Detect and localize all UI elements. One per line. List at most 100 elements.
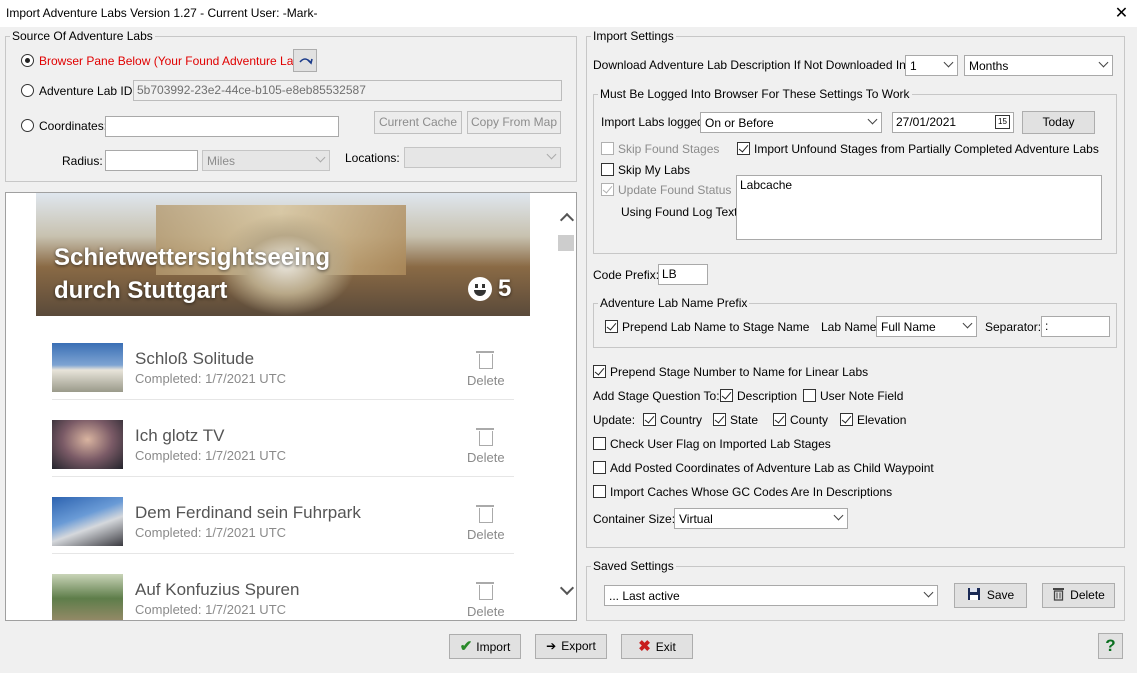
refresh-button[interactable] [293, 49, 317, 72]
delete-link[interactable]: Delete [467, 604, 505, 619]
lab-id-field[interactable]: 5b703992-23e2-44ce-b105-e8eb85532587 [133, 80, 562, 101]
coordinates-label: Coordinates: [39, 119, 108, 133]
description-checkbox[interactable] [720, 389, 733, 402]
lab-id-radio[interactable] [21, 84, 34, 97]
date-field[interactable]: 27/01/2021 15 [892, 112, 1014, 133]
chevron-down-icon [923, 587, 934, 598]
scrollbar-thumb[interactable] [558, 235, 574, 251]
coordinates-radio[interactable] [21, 119, 34, 132]
update-found-checkbox[interactable] [601, 183, 614, 196]
hero-title-line2: durch Stuttgart [54, 277, 228, 304]
import-logged-value: On or Before [705, 116, 774, 130]
export-button[interactable]: ➔ Export [535, 634, 607, 659]
skip-found-label: Skip Found Stages [618, 142, 720, 156]
lab-title: Ich glotz TV [135, 426, 225, 445]
delete-link[interactable]: Delete [467, 373, 505, 388]
coordinates-field[interactable] [105, 116, 339, 137]
lab-thumbnail [52, 420, 123, 469]
import-unfound-label: Import Unfound Stages from Partially Com… [754, 142, 1099, 156]
current-cache-button[interactable]: Current Cache [374, 111, 462, 134]
prepend-stage-checkbox[interactable] [593, 365, 606, 378]
state-checkbox[interactable] [713, 413, 726, 426]
using-log-label: Using Found Log Text: [621, 205, 741, 219]
import-gc-checkbox[interactable] [593, 485, 606, 498]
exit-button[interactable]: ✖ Exit [621, 634, 693, 659]
delete-settings-button[interactable]: Delete [1042, 583, 1115, 608]
check-flag-checkbox[interactable] [593, 437, 606, 450]
lab-list-item[interactable]: Dem Ferdinand sein Fuhrpark Completed: 1… [52, 477, 514, 554]
radius-unit-value: Miles [207, 154, 236, 168]
radius-label: Radius: [62, 154, 103, 168]
refresh-icon [299, 58, 313, 65]
download-unit-select[interactable]: Months [964, 55, 1113, 76]
lab-status: Completed: 1/7/2021 UTC [135, 525, 287, 540]
separator-label: Separator: [985, 320, 1042, 334]
add-question-label: Add Stage Question To: [593, 389, 720, 403]
lab-list-item[interactable]: Schloß Solitude Completed: 1/7/2021 UTC … [52, 323, 514, 400]
lab-hero-banner[interactable]: Schietwettersightseeing durch Stuttgart 5 [36, 193, 530, 316]
import-button[interactable]: ✔ Import [449, 634, 521, 659]
delete-link[interactable]: Delete [467, 450, 505, 465]
download-number-select[interactable]: 1 [905, 55, 958, 76]
trash-icon[interactable] [476, 505, 494, 523]
trash-icon[interactable] [476, 428, 494, 446]
elevation-checkbox[interactable] [840, 413, 853, 426]
saved-settings-legend: Saved Settings [593, 559, 674, 573]
save-button[interactable]: Save [954, 583, 1027, 608]
import-logged-select[interactable]: On or Before [700, 112, 882, 133]
skip-found-checkbox[interactable] [601, 142, 614, 155]
trash-icon[interactable] [476, 351, 494, 369]
locations-select[interactable] [404, 147, 561, 168]
download-number-value: 1 [910, 59, 917, 73]
container-size-label: Container Size: [593, 512, 676, 526]
chevron-down-icon [962, 318, 973, 329]
browser-pane-radio[interactable] [21, 54, 34, 67]
x-icon: ✖ [638, 638, 651, 655]
radius-unit-select[interactable]: Miles [202, 150, 330, 171]
download-unit-value: Months [969, 59, 1009, 73]
trash-icon[interactable] [476, 582, 494, 600]
prepend-lab-name-checkbox[interactable] [605, 320, 618, 333]
exit-label: Exit [655, 640, 676, 654]
save-label: Save [986, 588, 1015, 602]
today-button[interactable]: Today [1022, 111, 1095, 134]
hero-count: 5 [498, 275, 512, 302]
delete-link[interactable]: Delete [467, 527, 505, 542]
separator-field[interactable]: : [1041, 316, 1110, 337]
container-size-value: Virtual [679, 512, 713, 526]
import-logged-label: Import Labs logged [601, 115, 704, 129]
saved-settings-select[interactable]: ... Last active [604, 585, 938, 606]
close-icon[interactable]: ✕ [1106, 0, 1137, 27]
lab-id-label: Adventure Lab ID: [39, 84, 136, 98]
logged-in-legend: Must Be Logged Into Browser For These Se… [600, 87, 910, 101]
calendar-icon[interactable]: 15 [995, 115, 1010, 129]
lab-status: Completed: 1/7/2021 UTC [135, 602, 287, 617]
found-log-textarea[interactable]: Labcache [736, 175, 1102, 240]
lab-status: Completed: 1/7/2021 UTC [135, 371, 287, 386]
lab-name-value: Full Name [881, 320, 936, 334]
skip-my-labs-checkbox[interactable] [601, 163, 614, 176]
container-size-select[interactable]: Virtual [674, 508, 848, 529]
user-note-checkbox[interactable] [803, 389, 816, 402]
code-prefix-label: Code Prefix: [593, 268, 660, 282]
radius-field[interactable] [105, 150, 198, 171]
add-posted-checkbox[interactable] [593, 461, 606, 474]
lab-list-item[interactable]: Ich glotz TV Completed: 1/7/2021 UTC Del… [52, 400, 514, 477]
help-button[interactable]: ? [1098, 633, 1123, 659]
hero-title: Schietwettersightseeing durch Stuttgart [54, 241, 330, 307]
arrow-right-icon: ➔ [546, 639, 557, 653]
skip-my-labs-label: Skip My Labs [618, 163, 691, 177]
browser-pane[interactable]: Schietwettersightseeing durch Stuttgart 5… [5, 192, 577, 621]
copy-from-map-button[interactable]: Copy From Map [467, 111, 561, 134]
lab-list-item[interactable]: Auf Konfuzius Spuren Completed: 1/7/2021… [52, 554, 514, 620]
country-label: Country [660, 413, 703, 427]
scrollbar[interactable] [554, 193, 576, 620]
import-gc-label: Import Caches Whose GC Codes Are In Desc… [610, 485, 893, 499]
browser-pane-label[interactable]: Browser Pane Below (Your Found Adventure… [39, 54, 310, 68]
check-flag-label: Check User Flag on Imported Lab Stages [610, 437, 831, 451]
county-checkbox[interactable] [773, 413, 786, 426]
lab-name-select[interactable]: Full Name [876, 316, 977, 337]
import-unfound-checkbox[interactable] [737, 142, 750, 155]
code-prefix-field[interactable]: LB [658, 264, 708, 285]
country-checkbox[interactable] [643, 413, 656, 426]
